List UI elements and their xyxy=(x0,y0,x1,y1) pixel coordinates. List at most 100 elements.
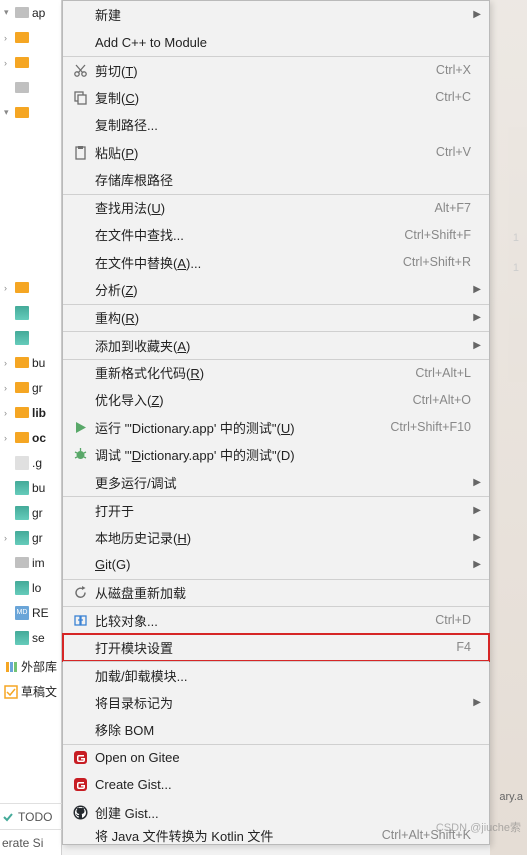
icon-placeholder xyxy=(71,6,89,24)
gutter-number: 1 xyxy=(513,232,519,244)
tree-item[interactable]: › xyxy=(0,50,61,75)
menu-item[interactable]: 打开模块设置F4 xyxy=(63,634,489,662)
generate-tool[interactable]: erate Si xyxy=(0,829,62,855)
tree-item[interactable]: ›oc xyxy=(0,425,61,450)
menu-label: 将 Java 文件转换为 Kotlin 文件 xyxy=(95,826,382,845)
menu-item[interactable]: 复制路径... xyxy=(63,111,489,139)
menu-item[interactable]: Create Gist... xyxy=(63,771,489,799)
gradle-icon xyxy=(15,506,29,520)
caret-icon: › xyxy=(4,433,12,443)
submenu-arrow-icon: ▶ xyxy=(473,340,481,351)
menu-item[interactable]: Git(G)▶ xyxy=(63,551,489,579)
gitee-icon xyxy=(71,776,89,794)
menu-label: Create Gist... xyxy=(95,777,471,792)
menu-item[interactable]: 调试 '"Dictionary.app' 中的测试"(D) xyxy=(63,441,489,469)
icon-placeholder xyxy=(71,501,89,519)
menu-item[interactable]: 添加到收藏夹(A)▶ xyxy=(63,331,489,359)
menu-shortcut: Ctrl+V xyxy=(436,145,471,159)
github-icon xyxy=(71,803,89,821)
tree-item[interactable]: › xyxy=(0,275,61,300)
project-tree[interactable]: ▾ap››▾››bu›gr›lib›oc.gbugr›grimloMDREse … xyxy=(0,0,62,855)
menu-item[interactable]: 将 Java 文件转换为 Kotlin 文件Ctrl+Alt+Shift+K xyxy=(63,826,489,844)
folder-icon xyxy=(15,7,29,18)
caret-icon: › xyxy=(4,58,12,68)
caret-icon: › xyxy=(4,283,12,293)
menu-label: 调试 '"Dictionary.app' 中的测试"(D) xyxy=(95,445,471,464)
tree-external-libs[interactable]: 外部库 xyxy=(0,654,61,679)
gutter-number: 1 xyxy=(513,262,519,274)
menu-item[interactable]: 粘贴(P)Ctrl+V xyxy=(63,139,489,167)
submenu-arrow-icon: ▶ xyxy=(473,477,481,488)
tree-item[interactable]: .g xyxy=(0,450,61,475)
menu-item[interactable]: 移除 BOM xyxy=(63,716,489,744)
tree-item[interactable] xyxy=(0,175,61,200)
menu-item[interactable]: 在文件中查找...Ctrl+Shift+F xyxy=(63,221,489,249)
reload-icon xyxy=(71,584,89,602)
menu-item[interactable]: 复制(C)Ctrl+C xyxy=(63,84,489,112)
tree-item[interactable] xyxy=(0,125,61,150)
tree-item[interactable] xyxy=(0,325,61,350)
menu-item[interactable]: 剪切(T)Ctrl+X xyxy=(63,56,489,84)
tree-item[interactable]: ›gr xyxy=(0,525,61,550)
menu-label: 将目录标记为 xyxy=(95,693,471,712)
menu-label: 比较对象... xyxy=(95,611,435,630)
tree-item[interactable] xyxy=(0,75,61,100)
tree-item[interactable]: im xyxy=(0,550,61,575)
menu-item[interactable]: 从磁盘重新加载 xyxy=(63,579,489,607)
external-libs-icon xyxy=(4,660,18,674)
git-file-icon xyxy=(15,456,29,470)
tree-item[interactable] xyxy=(0,200,61,225)
icon-placeholder xyxy=(71,336,89,354)
menu-item[interactable]: 将目录标记为▶ xyxy=(63,689,489,717)
folder-icon xyxy=(15,557,29,568)
menu-item[interactable]: 加载/卸载模块... xyxy=(63,661,489,689)
tree-item[interactable]: bu xyxy=(0,475,61,500)
menu-item[interactable]: 本地历史记录(H)▶ xyxy=(63,524,489,552)
tree-item[interactable]: ▾ xyxy=(0,100,61,125)
run-icon xyxy=(71,418,89,436)
menu-shortcut: F4 xyxy=(456,640,471,654)
tree-item[interactable] xyxy=(0,250,61,275)
tree-item[interactable]: › gr xyxy=(0,375,61,400)
tree-item[interactable]: ›lib xyxy=(0,400,61,425)
tree-item[interactable] xyxy=(0,300,61,325)
gradle-icon xyxy=(15,531,29,545)
tree-label: gr xyxy=(32,381,43,395)
menu-item[interactable]: 优化导入(Z)Ctrl+Alt+O xyxy=(63,386,489,414)
tree-item[interactable]: se xyxy=(0,625,61,650)
menu-item[interactable]: 比较对象...Ctrl+D xyxy=(63,606,489,634)
tree-item[interactable]: ▾ap xyxy=(0,0,61,25)
menu-shortcut: Ctrl+Alt+O xyxy=(413,393,471,407)
tree-item[interactable]: ›bu xyxy=(0,350,61,375)
tree-item[interactable]: MDRE xyxy=(0,600,61,625)
menu-item[interactable]: 查找用法(U)Alt+F7 xyxy=(63,194,489,222)
folder-icon xyxy=(15,82,29,93)
menu-item[interactable]: 重新格式化代码(R)Ctrl+Alt+L xyxy=(63,359,489,387)
todo-tool[interactable]: TODO xyxy=(0,803,62,829)
menu-item[interactable]: 更多运行/调试▶ xyxy=(63,469,489,497)
folder-icon xyxy=(15,432,29,443)
tree-item[interactable] xyxy=(0,150,61,175)
menu-item[interactable]: 创建 Gist... xyxy=(63,799,489,827)
menu-item[interactable]: 新建▶ xyxy=(63,1,489,29)
menu-item[interactable]: 重构(R)▶ xyxy=(63,304,489,332)
tree-item[interactable]: gr xyxy=(0,500,61,525)
caret-icon: › xyxy=(4,33,12,43)
menu-item[interactable]: 在文件中替换(A)...Ctrl+Shift+R xyxy=(63,249,489,277)
tree-item[interactable]: lo xyxy=(0,575,61,600)
icon-placeholder xyxy=(71,826,89,844)
caret-icon: › xyxy=(4,383,12,393)
menu-item[interactable]: 打开于▶ xyxy=(63,496,489,524)
tree-item[interactable] xyxy=(0,225,61,250)
tree-label: gr xyxy=(32,506,43,520)
menu-item[interactable]: 运行 '"Dictionary.app' 中的测试"(U)Ctrl+Shift+… xyxy=(63,414,489,442)
tree-scratches[interactable]: 草稿文 xyxy=(0,679,61,704)
menu-item[interactable]: Add C++ to Module xyxy=(63,29,489,57)
icon-placeholder xyxy=(71,666,89,684)
menu-item[interactable]: 分析(Z)▶ xyxy=(63,276,489,304)
folder-icon xyxy=(15,32,29,43)
menu-item[interactable]: 存储库根路径 xyxy=(63,166,489,194)
tree-item[interactable]: › xyxy=(0,25,61,50)
menu-shortcut: Ctrl+Shift+F xyxy=(404,228,471,242)
menu-item[interactable]: Open on Gitee xyxy=(63,744,489,772)
